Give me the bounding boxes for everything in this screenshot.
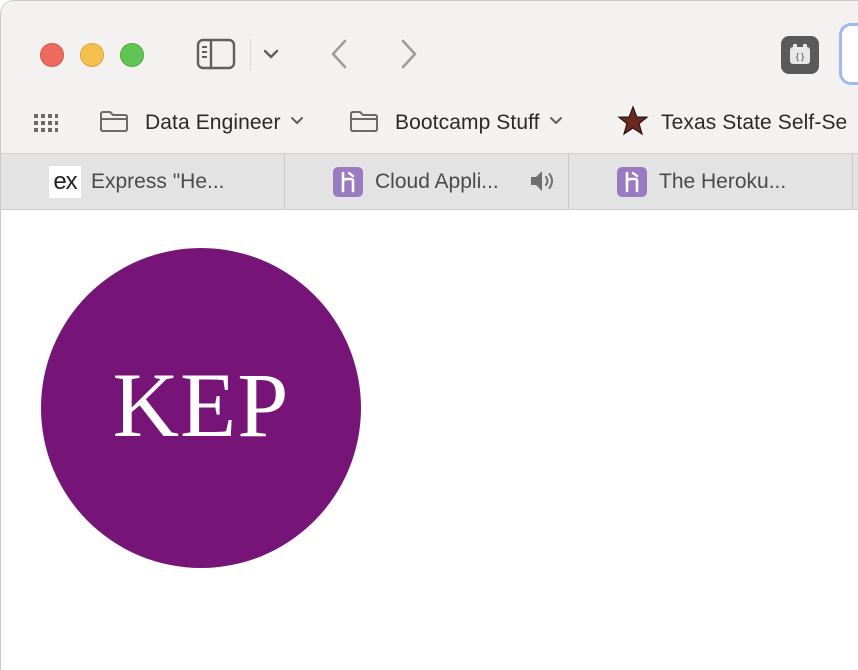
tab-title: Cloud Appli...: [375, 170, 499, 193]
sidebar-icon: [196, 38, 236, 70]
bookmark-label: Data Engineer: [145, 111, 281, 134]
tab-express[interactable]: ex Express "He...: [1, 154, 285, 210]
back-arrow-icon: [331, 39, 347, 69]
close-window-button[interactable]: [40, 43, 64, 67]
extension-button[interactable]: {}: [781, 36, 819, 74]
chevron-down-icon: [263, 49, 279, 59]
tab-title: The Heroku...: [659, 170, 787, 193]
tab-cloud-application[interactable]: Cloud Appli...: [285, 154, 569, 210]
bookmark-label: Bootcamp Stuff: [395, 111, 540, 134]
bookmark-label: Texas State Self-Se: [661, 111, 848, 134]
folder-icon: [349, 109, 379, 138]
bookmark-folder-bootcamp-stuff[interactable]: Bootcamp Stuff: [349, 107, 564, 139]
chevron-down-icon: [289, 113, 305, 134]
zoom-window-button[interactable]: [120, 43, 144, 67]
tab-heroku[interactable]: The Heroku...: [569, 154, 853, 210]
bookmark-texas-state[interactable]: Texas State Self-Se: [617, 104, 848, 142]
forward-arrow-icon: [401, 39, 417, 69]
page-content: KEP: [1, 210, 858, 670]
apps-grid-icon: [34, 114, 58, 132]
browser-window: {} Data Engineer Bootcamp Stuff Texas St…: [0, 0, 858, 670]
svg-text:{}: {}: [795, 53, 806, 63]
bookmark-folder-data-engineer[interactable]: Data Engineer: [99, 107, 305, 139]
express-favicon-icon: ex: [49, 166, 81, 198]
extension-icon: {}: [790, 44, 810, 64]
tab-title: Express "He...: [91, 170, 225, 193]
folder-icon: [99, 109, 129, 138]
chevron-down-icon: [548, 113, 564, 134]
forward-button[interactable]: [397, 38, 421, 70]
browser-toolbar: {} Data Engineer Bootcamp Stuff Texas St…: [1, 1, 858, 153]
address-bar[interactable]: [839, 23, 858, 85]
bookmarks-bar: Data Engineer Bootcamp Stuff Texas State…: [1, 101, 858, 145]
avatar: KEP: [41, 248, 361, 568]
sidebar-toggle-button[interactable]: [196, 38, 236, 70]
star-icon: [617, 104, 649, 142]
toolbar-divider: [250, 39, 251, 71]
heroku-icon: [333, 167, 363, 197]
apps-grid-button[interactable]: [34, 113, 58, 133]
speaker-icon[interactable]: [528, 167, 558, 200]
heroku-icon: [617, 167, 647, 197]
minimize-window-button[interactable]: [80, 43, 104, 67]
avatar-initials: KEP: [112, 354, 290, 456]
back-button[interactable]: [327, 38, 351, 70]
tab-bar: ex Express "He... Cloud Appli... The Her…: [1, 153, 858, 210]
tab-group-menu-button[interactable]: [260, 43, 282, 65]
